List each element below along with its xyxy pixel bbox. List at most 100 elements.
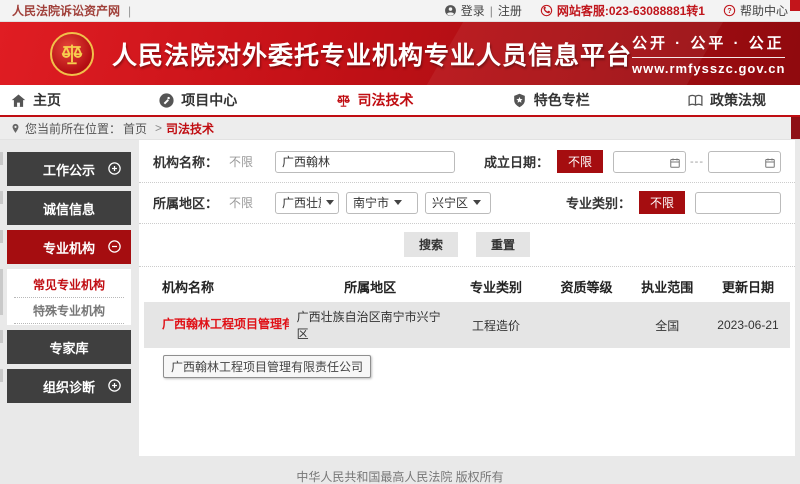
nav-item-policy[interactable]: 政策法规 — [687, 90, 766, 110]
reset-button[interactable]: 重置 — [476, 232, 530, 257]
topbar-separator: | — [128, 4, 131, 18]
category-any-option[interactable]: 不限 — [639, 191, 685, 214]
home-icon — [10, 92, 27, 109]
province-select-value: 广西壮族自治 — [282, 194, 321, 211]
org-name-label: 机构名称： — [153, 152, 229, 171]
sidebar-item-label: 专家库 — [49, 338, 88, 357]
org-name-tooltip: 广西翰林工程项目管理有限责任公司 — [163, 355, 371, 378]
found-date-label: 成立日期： — [484, 152, 549, 171]
top-utility-bar: 人民法院诉讼资产网 | 登录 | 注册 网站客服:023-63088881转1 … — [0, 0, 800, 22]
table-row: 广西翰林工程项目管理有限责任... 广西壮族自治区南宁市兴宁区 工程造价 全国 … — [144, 302, 790, 348]
sidebar-item-label: 专业机构 — [43, 238, 95, 257]
banner-website-url: www.rmfysszc.gov.cn — [632, 61, 785, 76]
district-select[interactable]: 兴宁区 — [425, 192, 491, 214]
sidebar-submenu: 常见专业机构 特殊专业机构 — [7, 269, 131, 325]
customer-service-phone: 网站客服:023-63088881转1 — [557, 2, 705, 19]
chevron-down-icon — [473, 200, 481, 205]
breadcrumb-home-link[interactable]: 首页 — [123, 120, 147, 137]
sidebar-item-label: 工作公示 — [43, 160, 95, 179]
breadcrumb-prefix: 您当前所在位置： — [25, 120, 121, 137]
cell-scope: 全国 — [628, 302, 706, 348]
filter-actions: 搜索 重置 — [139, 224, 795, 267]
project-center-icon — [158, 92, 175, 109]
user-icon — [444, 4, 457, 17]
sidebar-item-professional-orgs[interactable]: 专业机构 — [7, 230, 131, 264]
expand-icon — [107, 378, 122, 393]
city-select-value: 南宁市 — [353, 194, 389, 211]
org-name-input[interactable] — [275, 151, 455, 173]
breadcrumb-current[interactable]: 司法技术 — [166, 120, 214, 137]
sidebar: 工作公示 诚信信息 专业机构 常见专业机构 特殊专业机构 专家库 组织诊断 — [0, 140, 131, 456]
cell-updated: 2023-06-21 — [706, 302, 790, 348]
nav-label: 政策法规 — [710, 90, 766, 110]
sidebar-item-work-publicity[interactable]: 工作公示 — [7, 152, 131, 186]
found-date-from-input[interactable] — [613, 151, 686, 173]
star-badge-icon — [511, 92, 528, 109]
sidebar-item-org-diagnosis[interactable]: 组织诊断 — [7, 369, 131, 403]
nav-label: 项目中心 — [181, 90, 237, 110]
site-banner: 人民法院对外委托专业机构专业人员信息平台 公开 · 公平 · 公正 www.rm… — [0, 22, 800, 85]
col-category: 专业类别 — [448, 271, 545, 302]
org-name-link[interactable]: 广西翰林工程项目管理有限责任... — [162, 315, 289, 332]
nav-item-home[interactable]: 主页 — [10, 90, 61, 110]
register-link[interactable]: 注册 — [498, 2, 522, 19]
content-area: 工作公示 诚信信息 专业机构 常见专业机构 特殊专业机构 专家库 组织诊断 — [0, 140, 800, 456]
filter-row-1: 机构名称： 不限 成立日期： 不限 --- — [139, 142, 795, 183]
svg-text:?: ? — [727, 8, 731, 15]
main-nav: 主页 项目中心 司法技术 特色专栏 政策法规 — [0, 85, 800, 117]
collapse-icon — [107, 239, 122, 254]
sidebar-item-label: 组织诊断 — [43, 377, 95, 396]
city-select[interactable]: 南宁市 — [346, 192, 418, 214]
edge-accent-mid — [791, 117, 800, 139]
cell-category: 工程造价 — [448, 302, 545, 348]
results-table: 机构名称 所属地区 专业类别 资质等级 执业范围 更新日期 广西翰林工程项目管理… — [144, 271, 790, 348]
sidebar-item-label: 诚信信息 — [43, 199, 95, 218]
expand-icon — [107, 161, 122, 176]
nav-item-judicial-tech[interactable]: 司法技术 — [335, 90, 414, 110]
district-select-value: 兴宁区 — [432, 194, 468, 211]
cell-region: 广西壮族自治区南宁市兴宁区 — [293, 302, 448, 348]
banner-slogan: 公开 · 公平 · 公正 — [632, 32, 785, 53]
site-name-link[interactable]: 人民法院诉讼资产网 — [12, 2, 120, 19]
nav-label: 特色专栏 — [534, 90, 590, 110]
login-register-divider: | — [490, 4, 493, 18]
book-icon — [687, 92, 704, 109]
nav-item-project-center[interactable]: 项目中心 — [158, 90, 237, 110]
col-updated: 更新日期 — [706, 271, 790, 302]
sidebar-item-integrity-info[interactable]: 诚信信息 — [7, 191, 131, 225]
breadcrumb-separator: > — [155, 121, 162, 135]
calendar-icon[interactable] — [669, 156, 681, 168]
footer-copyright: 中华人民共和国最高人民法院 版权所有 — [0, 456, 800, 484]
filter-row-2: 所属地区： 不限 广西壮族自治 南宁市 兴宁区 专业类别： 不限 — [139, 183, 795, 224]
help-icon: ? — [723, 4, 736, 17]
col-org-name: 机构名称 — [144, 271, 293, 302]
edge-accent-top — [790, 0, 800, 11]
court-emblem-icon — [50, 32, 94, 76]
nav-item-featured-column[interactable]: 特色专栏 — [511, 90, 590, 110]
date-range-separator: --- — [690, 156, 704, 168]
platform-title: 人民法院对外委托专业机构专业人员信息平台 — [112, 36, 632, 72]
found-date-any-option[interactable]: 不限 — [557, 150, 603, 173]
org-name-any-option[interactable]: 不限 — [229, 153, 275, 170]
search-button[interactable]: 搜索 — [404, 232, 458, 257]
breadcrumb: 您当前所在位置： 首页 > 司法技术 — [0, 117, 800, 140]
table-header-row: 机构名称 所属地区 专业类别 资质等级 执业范围 更新日期 — [144, 271, 790, 302]
login-link[interactable]: 登录 — [461, 2, 485, 19]
col-level: 资质等级 — [545, 271, 629, 302]
help-center-link[interactable]: 帮助中心 — [740, 2, 788, 19]
calendar-icon[interactable] — [764, 156, 776, 168]
province-select[interactable]: 广西壮族自治 — [275, 192, 339, 214]
nav-label: 司法技术 — [358, 90, 414, 110]
found-date-to-input[interactable] — [708, 151, 781, 173]
submenu-item-common-orgs[interactable]: 常见专业机构 — [14, 272, 124, 298]
main-panel: 机构名称： 不限 成立日期： 不限 --- 所属地区： 不限 广西 — [139, 140, 795, 456]
location-pin-icon — [10, 122, 21, 135]
category-input[interactable] — [695, 192, 781, 214]
banner-divider — [632, 57, 785, 58]
col-region: 所属地区 — [293, 271, 448, 302]
cell-level — [545, 302, 629, 348]
submenu-item-special-orgs[interactable]: 特殊专业机构 — [14, 298, 124, 324]
region-any-option[interactable]: 不限 — [229, 194, 275, 211]
chevron-down-icon — [394, 200, 402, 205]
sidebar-item-expert-pool[interactable]: 专家库 — [7, 330, 131, 364]
